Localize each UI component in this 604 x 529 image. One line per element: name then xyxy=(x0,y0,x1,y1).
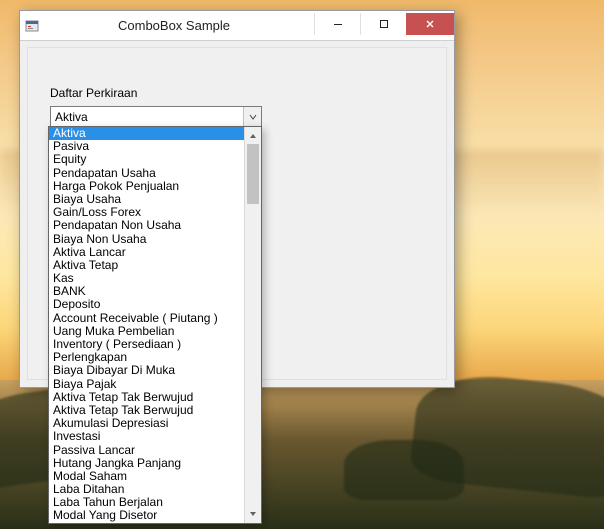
minimize-button[interactable] xyxy=(314,13,360,35)
dropdown-item[interactable]: Aktiva Tetap xyxy=(49,259,244,272)
dropdown-item[interactable]: Biaya Non Usaha xyxy=(49,233,244,246)
scroll-down-button[interactable] xyxy=(245,506,261,523)
scroll-thumb[interactable] xyxy=(247,144,259,204)
combobox-value: Aktiva xyxy=(55,110,243,124)
wallpaper-wave xyxy=(344,440,464,500)
maximize-button[interactable] xyxy=(360,13,406,35)
titlebar[interactable]: ComboBox Sample xyxy=(20,11,454,41)
scroll-track[interactable] xyxy=(245,144,261,506)
close-button[interactable] xyxy=(406,13,454,35)
dropdown-item[interactable]: Pendapatan Usaha xyxy=(49,167,244,180)
dropdown-item[interactable]: Biaya Pajak xyxy=(49,378,244,391)
dropdown-item[interactable]: Investasi xyxy=(49,430,244,443)
dropdown-item[interactable]: Deposito xyxy=(49,298,244,311)
combo-label: Daftar Perkiraan xyxy=(50,86,137,100)
dropdown-item[interactable]: Biaya Dibayar Di Muka xyxy=(49,364,244,377)
dropdown-item[interactable]: Account Receivable ( Piutang ) xyxy=(49,312,244,325)
dropdown-item[interactable]: Harga Pokok Penjualan xyxy=(49,180,244,193)
dropdown-item[interactable]: Aktiva Lancar xyxy=(49,246,244,259)
dropdown-item[interactable]: Hutang Jangka Panjang xyxy=(49,457,244,470)
scroll-up-button[interactable] xyxy=(245,127,261,144)
dropdown-list[interactable]: AktivaPasivaEquityPendapatan UsahaHarga … xyxy=(49,127,244,523)
combobox[interactable]: Aktiva xyxy=(50,106,262,127)
dropdown-item[interactable]: Passiva Lancar xyxy=(49,444,244,457)
scrollbar[interactable] xyxy=(244,127,261,523)
dropdown-item[interactable]: Equity xyxy=(49,153,244,166)
dropdown-item[interactable]: Aktiva Tetap Tak Berwujud xyxy=(49,391,244,404)
chevron-down-icon[interactable] xyxy=(243,107,261,126)
system-icon[interactable] xyxy=(20,18,44,34)
combobox-dropdown: AktivaPasivaEquityPendapatan UsahaHarga … xyxy=(48,126,262,524)
dropdown-item[interactable]: Modal Yang Disetor xyxy=(49,509,244,522)
window-title: ComboBox Sample xyxy=(44,18,314,33)
dropdown-item[interactable]: Pendapatan Non Usaha xyxy=(49,219,244,232)
